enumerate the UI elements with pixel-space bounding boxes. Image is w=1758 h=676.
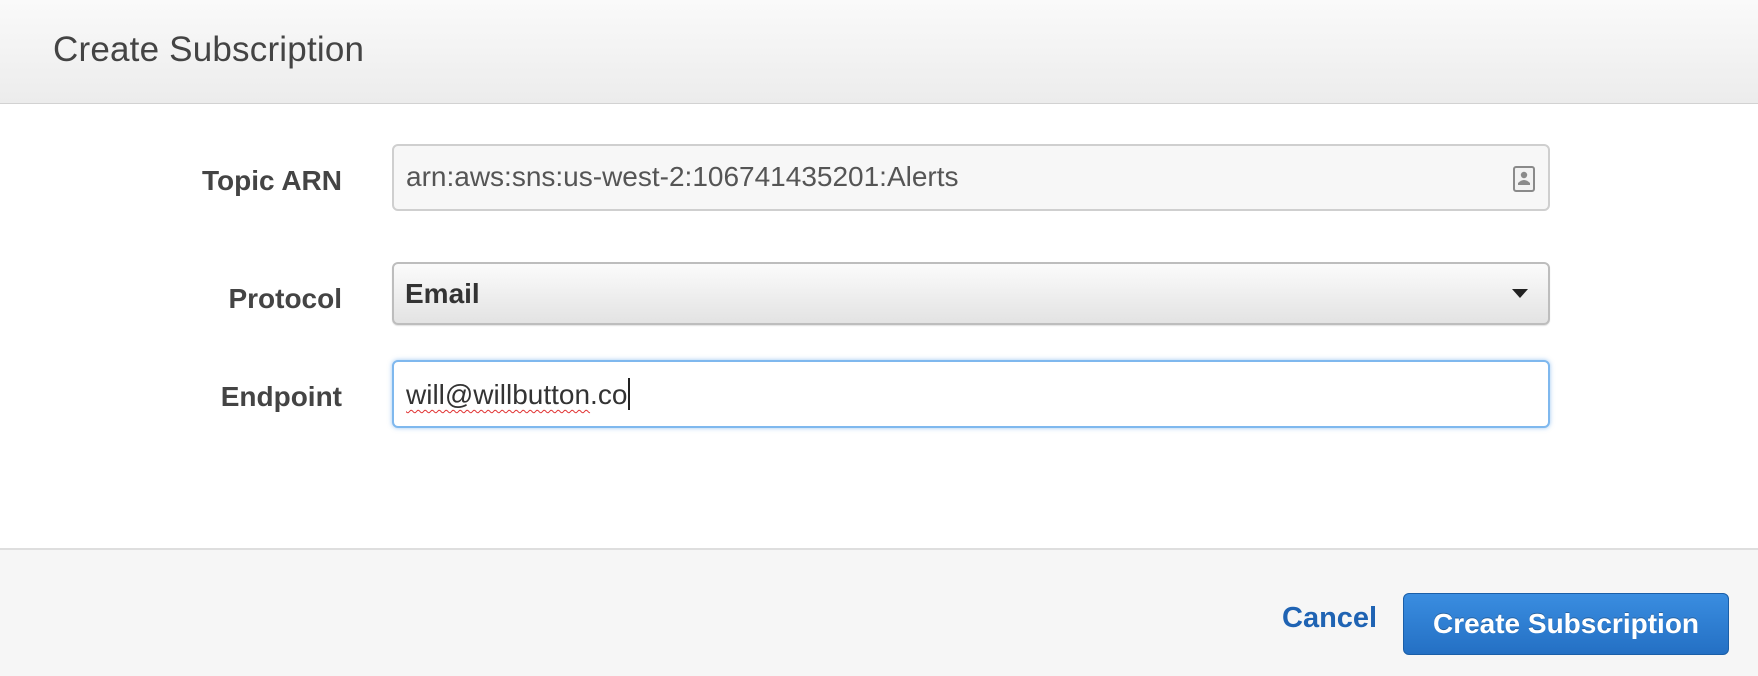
caret-down-icon <box>1512 289 1528 298</box>
dialog-header: Create Subscription <box>0 0 1758 104</box>
dialog-title: Create Subscription <box>53 30 365 69</box>
endpoint-value-rest: .co <box>590 379 628 410</box>
dialog-footer: Cancel Create Subscription <box>0 548 1758 676</box>
topic-arn-field[interactable]: arn:aws:sns:us-west-2:106741435201:Alert… <box>392 144 1550 211</box>
protocol-label: Protocol <box>228 283 342 314</box>
text-cursor <box>628 378 631 410</box>
endpoint-value-misspelled: will@willbutton <box>406 379 591 410</box>
endpoint-label: Endpoint <box>220 381 342 412</box>
protocol-select[interactable]: Email <box>392 262 1550 325</box>
create-subscription-button[interactable]: Create Subscription <box>1403 593 1729 655</box>
cancel-button[interactable]: Cancel <box>1282 602 1377 635</box>
topic-arn-value: arn:aws:sns:us-west-2:106741435201:Alert… <box>406 161 959 192</box>
endpoint-value: will@willbutton.co <box>406 378 631 411</box>
contact-card-icon[interactable] <box>1513 166 1535 192</box>
create-subscription-dialog: Create Subscription Topic ARN arn:aws:sn… <box>0 0 1758 676</box>
topic-arn-label: Topic ARN <box>202 165 342 196</box>
protocol-selected-value: Email <box>405 278 480 309</box>
endpoint-input[interactable]: will@willbutton.co <box>392 360 1550 428</box>
